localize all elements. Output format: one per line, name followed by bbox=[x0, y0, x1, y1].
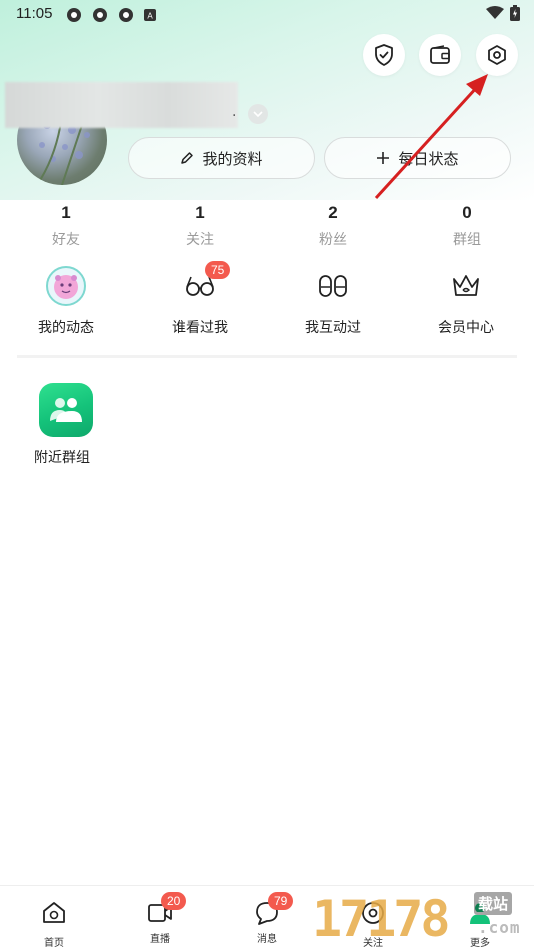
stat-friends[interactable]: 1 好友 bbox=[26, 203, 106, 249]
stat-value: 2 bbox=[328, 203, 338, 222]
crown-icon bbox=[445, 265, 487, 307]
quick-action-label: 我的动态 bbox=[38, 320, 94, 336]
daily-status-button[interactable]: 每日状态 bbox=[324, 137, 511, 179]
divider bbox=[17, 355, 517, 358]
stat-label: 粉丝 bbox=[319, 232, 347, 248]
shield-check-icon bbox=[375, 44, 393, 66]
stat-groups[interactable]: 0 群组 bbox=[427, 203, 507, 249]
username-blurred bbox=[5, 82, 238, 128]
stat-fans[interactable]: 2 粉丝 bbox=[293, 203, 373, 249]
edit-profile-button[interactable]: 我的资料 bbox=[128, 137, 315, 179]
settings-hexagon-icon bbox=[488, 45, 506, 65]
nearby-group-icon bbox=[39, 383, 93, 437]
svg-text:A: A bbox=[147, 12, 153, 21]
glasses-icon: 75 bbox=[179, 261, 231, 307]
account-switch-button[interactable] bbox=[248, 104, 268, 124]
watermark-site: 载站 bbox=[474, 892, 513, 915]
daily-status-label: 每日状态 bbox=[398, 149, 459, 168]
stat-label: 关注 bbox=[186, 232, 214, 248]
nav-messages[interactable]: 79 消息 bbox=[237, 892, 297, 945]
wifi-icon bbox=[486, 6, 504, 19]
battery-icon bbox=[510, 5, 520, 21]
plus-icon bbox=[377, 152, 390, 164]
views-badge: 75 bbox=[205, 261, 231, 279]
quick-action-label: 谁看过我 bbox=[172, 320, 228, 336]
chevron-down-icon bbox=[253, 111, 263, 117]
wallet-icon bbox=[430, 45, 450, 64]
live-video-icon: 20 bbox=[147, 892, 187, 926]
vip-center-button[interactable]: 会员中心 bbox=[411, 265, 521, 337]
status-right-group bbox=[486, 5, 520, 21]
settings-button[interactable] bbox=[476, 34, 518, 76]
status-bar: 11:05 A bbox=[0, 0, 534, 30]
messages-badge: 79 bbox=[268, 892, 294, 910]
nav-live[interactable]: 20 直播 bbox=[130, 892, 190, 945]
my-interactions-button[interactable]: 我互动过 bbox=[278, 265, 388, 337]
app-label: 附近群组 bbox=[34, 450, 90, 466]
footprints-icon bbox=[312, 265, 354, 307]
watermark-digits: 17178 bbox=[312, 890, 451, 948]
app-notification-icon bbox=[119, 8, 133, 22]
watermark-logo: 17178 载站 .com bbox=[312, 886, 534, 950]
nav-home[interactable]: 首页 bbox=[24, 900, 84, 949]
nearby-groups-app[interactable]: 附近群组 bbox=[34, 383, 96, 467]
status-time: 11:05 bbox=[16, 5, 53, 22]
username-tail: · bbox=[232, 108, 237, 124]
my-moments-button[interactable]: 我的动态 bbox=[11, 265, 121, 337]
live-badge: 20 bbox=[161, 892, 187, 910]
stat-following[interactable]: 1 关注 bbox=[160, 203, 240, 249]
quick-action-label: 我互动过 bbox=[305, 320, 361, 336]
watermark-domain: .com bbox=[478, 918, 521, 937]
pencil-icon bbox=[181, 152, 194, 164]
security-button[interactable] bbox=[363, 34, 405, 76]
nav-label: 直播 bbox=[150, 934, 170, 945]
stat-label: 好友 bbox=[52, 232, 80, 248]
text-input-icon: A bbox=[144, 9, 156, 21]
stat-value: 0 bbox=[462, 203, 472, 222]
stat-value: 1 bbox=[61, 203, 71, 222]
message-icon: 79 bbox=[254, 892, 294, 926]
home-icon bbox=[43, 902, 65, 923]
who-viewed-me-button[interactable]: 75 谁看过我 bbox=[145, 261, 255, 337]
avatar-sticker-icon bbox=[45, 265, 87, 307]
app-notification-icon bbox=[67, 8, 81, 22]
edit-profile-label: 我的资料 bbox=[202, 149, 263, 168]
stat-value: 1 bbox=[195, 203, 205, 222]
nav-label: 消息 bbox=[257, 934, 277, 945]
app-notification-icon bbox=[93, 8, 107, 22]
nav-label: 首页 bbox=[44, 938, 64, 949]
wallet-button[interactable] bbox=[419, 34, 461, 76]
quick-action-label: 会员中心 bbox=[438, 320, 494, 336]
stat-label: 群组 bbox=[453, 232, 481, 248]
